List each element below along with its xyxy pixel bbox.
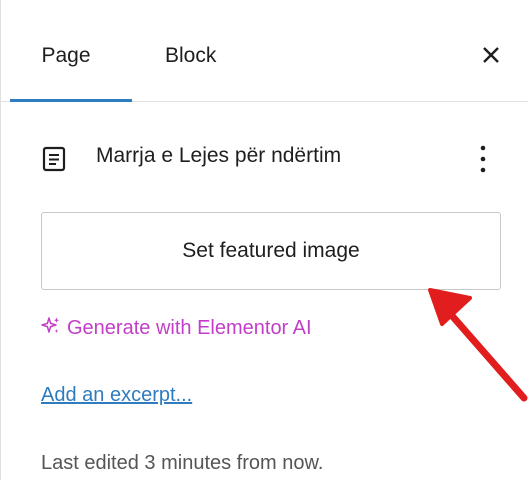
close-button[interactable] (476, 40, 506, 70)
sidebar-tabs: Page Block (0, 0, 528, 102)
close-icon (483, 47, 499, 63)
sparkle-icon (41, 316, 67, 342)
document-icon (42, 146, 66, 172)
annotation-arrow-icon (428, 288, 528, 402)
tab-block-label: Block (165, 44, 217, 67)
settings-sidebar: Page Block Marrja e Lejes për ndërtim Se… (0, 0, 528, 480)
tab-page[interactable]: Page (0, 0, 132, 102)
document-title: Marrja e Lejes për ndërtim (96, 144, 342, 167)
generate-ai-label: Generate with Elementor AI (67, 317, 312, 339)
tab-block[interactable]: Block (165, 0, 216, 101)
more-vertical-icon (480, 145, 486, 173)
last-edited-status: Last edited 3 minutes from now. (41, 452, 324, 474)
set-featured-image-button[interactable]: Set featured image (41, 212, 501, 290)
active-tab-indicator (10, 99, 132, 102)
generate-ai-link[interactable]: Generate with Elementor AI (41, 316, 312, 346)
document-summary: Marrja e Lejes për ndërtim (42, 140, 502, 178)
document-options-button[interactable] (473, 142, 493, 176)
tab-page-label: Page (41, 44, 91, 67)
add-excerpt-link[interactable]: Add an excerpt... (41, 384, 192, 407)
